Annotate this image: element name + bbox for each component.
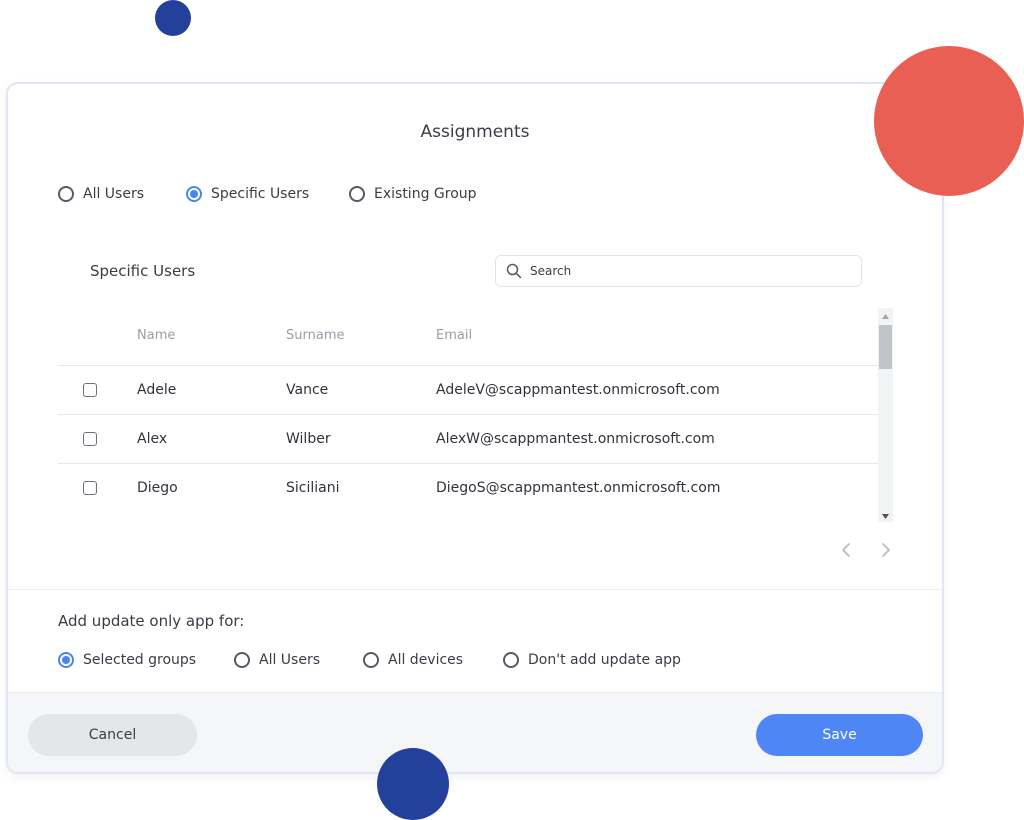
header-select (58, 306, 137, 366)
next-page-button[interactable] (872, 540, 900, 560)
pagination (820, 540, 900, 560)
cell-surname: Vance (286, 365, 436, 415)
users-table: Name Surname Email Adele Vance AdeleV@sc… (58, 306, 878, 511)
radio-label: All Users (259, 652, 321, 668)
prev-page-button[interactable] (832, 540, 860, 560)
radio-indicator (349, 186, 365, 202)
radio-indicator (363, 652, 379, 668)
search-icon (506, 263, 522, 279)
table-row[interactable]: Adele Vance AdeleV@scappmantest.onmicros… (58, 365, 878, 415)
specific-users-title: Specific Users (90, 262, 196, 280)
radio-all-devices[interactable]: All devices (363, 652, 503, 668)
radio-dont-add-update[interactable]: Don't add update app (503, 652, 681, 668)
scroll-thumb[interactable] (879, 325, 892, 369)
radio-label: Specific Users (211, 186, 310, 202)
cancel-button[interactable]: Cancel (28, 714, 197, 756)
scroll-down-arrow[interactable] (878, 510, 893, 522)
update-app-options: Selected groups All Users All devices Do… (58, 652, 681, 668)
table-row[interactable]: Diego Siciliani DiegoS@scappmantest.onmi… (58, 463, 878, 511)
radio-label: All devices (388, 652, 464, 668)
save-button[interactable]: Save (756, 714, 923, 756)
users-table-container: Name Surname Email Adele Vance AdeleV@sc… (58, 306, 878, 511)
table-scrollbar[interactable] (878, 308, 893, 522)
dialog-title: Assignments (420, 122, 530, 142)
cell-email: AlexW@scappmantest.onmicrosoft.com (436, 414, 878, 464)
cell-email: AdeleV@scappmantest.onmicrosoft.com (436, 365, 878, 415)
section-divider (8, 589, 942, 590)
cell-name: Adele (137, 365, 286, 415)
scroll-up-arrow[interactable] (878, 310, 893, 322)
cell-email: DiegoS@scappmantest.onmicrosoft.com (436, 463, 878, 511)
radio-label: Don't add update app (528, 652, 681, 668)
chevron-right-icon (882, 543, 890, 557)
radio-indicator (58, 652, 74, 668)
radio-all-users[interactable]: All Users (58, 186, 186, 202)
cell-surname: Siciliani (286, 463, 436, 511)
table-row[interactable]: Alex Wilber AlexW@scappmantest.onmicroso… (58, 414, 878, 464)
cell-name: Alex (137, 414, 286, 464)
radio-label: All Users (83, 186, 145, 202)
search-box[interactable] (495, 255, 862, 287)
search-input[interactable] (528, 263, 832, 279)
table-header-row: Name Surname Email (58, 306, 878, 366)
row-checkbox[interactable] (83, 481, 97, 495)
assignments-dialog: Assignments All Users Specific Users Exi… (8, 84, 942, 772)
chevron-left-icon (842, 543, 850, 557)
radio-indicator (234, 652, 250, 668)
radio-label: Existing Group (374, 186, 477, 202)
radio-update-all-users[interactable]: All Users (234, 652, 363, 668)
row-checkbox[interactable] (83, 432, 97, 446)
radio-label: Selected groups (83, 652, 197, 668)
radio-specific-users[interactable]: Specific Users (186, 186, 349, 202)
radio-indicator (58, 186, 74, 202)
dialog-footer: Cancel Save (8, 692, 942, 772)
decor-circle-top (155, 0, 191, 36)
update-app-label: Add update only app for: (58, 612, 245, 630)
decor-circle-bottom (377, 748, 449, 820)
header-email: Email (436, 306, 878, 366)
radio-existing-group[interactable]: Existing Group (349, 186, 477, 202)
radio-indicator (186, 186, 202, 202)
row-checkbox[interactable] (83, 383, 97, 397)
cell-name: Diego (137, 463, 286, 511)
header-name: Name (137, 306, 286, 366)
header-surname: Surname (286, 306, 436, 366)
decor-circle-red (874, 46, 1024, 196)
radio-selected-groups[interactable]: Selected groups (58, 652, 234, 668)
radio-indicator (503, 652, 519, 668)
assignment-options: All Users Specific Users Existing Group (58, 186, 477, 202)
cell-surname: Wilber (286, 414, 436, 464)
